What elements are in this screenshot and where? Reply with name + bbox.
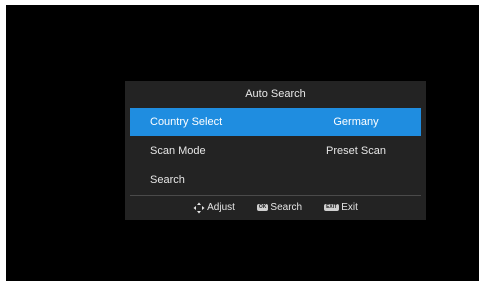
dialog-title: Auto Search	[245, 88, 306, 100]
search-hint-label: Search	[270, 202, 303, 213]
menu-item-country-select[interactable]: Country Select Germany	[130, 108, 421, 136]
menu-item-label: Search	[150, 174, 185, 186]
hint-search: OK Search	[256, 202, 303, 213]
auto-search-dialog: Auto Search Country Select Germany Scan …	[125, 81, 426, 220]
dpad-arrows-icon	[193, 202, 205, 213]
exit-key-icon: EXIT	[324, 204, 340, 211]
country-value: Germany	[333, 116, 379, 128]
adjust-label: Adjust	[207, 202, 235, 213]
hint-adjust: Adjust	[193, 202, 235, 214]
hint-exit: EXIT Exit	[324, 202, 358, 213]
ok-key-icon: OK	[256, 204, 269, 211]
tv-screen: Auto Search Country Select Germany Scan …	[6, 5, 479, 281]
menu-item-label: Country Select	[150, 116, 223, 128]
menu-item-scan-mode[interactable]: Scan Mode Preset Scan	[130, 137, 421, 165]
menu-item-search[interactable]: Search	[130, 166, 421, 194]
scan-mode-value: Preset Scan	[326, 145, 386, 157]
footer-divider	[130, 195, 421, 196]
exit-hint-label: Exit	[341, 202, 358, 213]
key-hints: Adjust OK Search EXIT Exit	[125, 197, 426, 218]
menu-item-label: Scan Mode	[150, 145, 206, 157]
